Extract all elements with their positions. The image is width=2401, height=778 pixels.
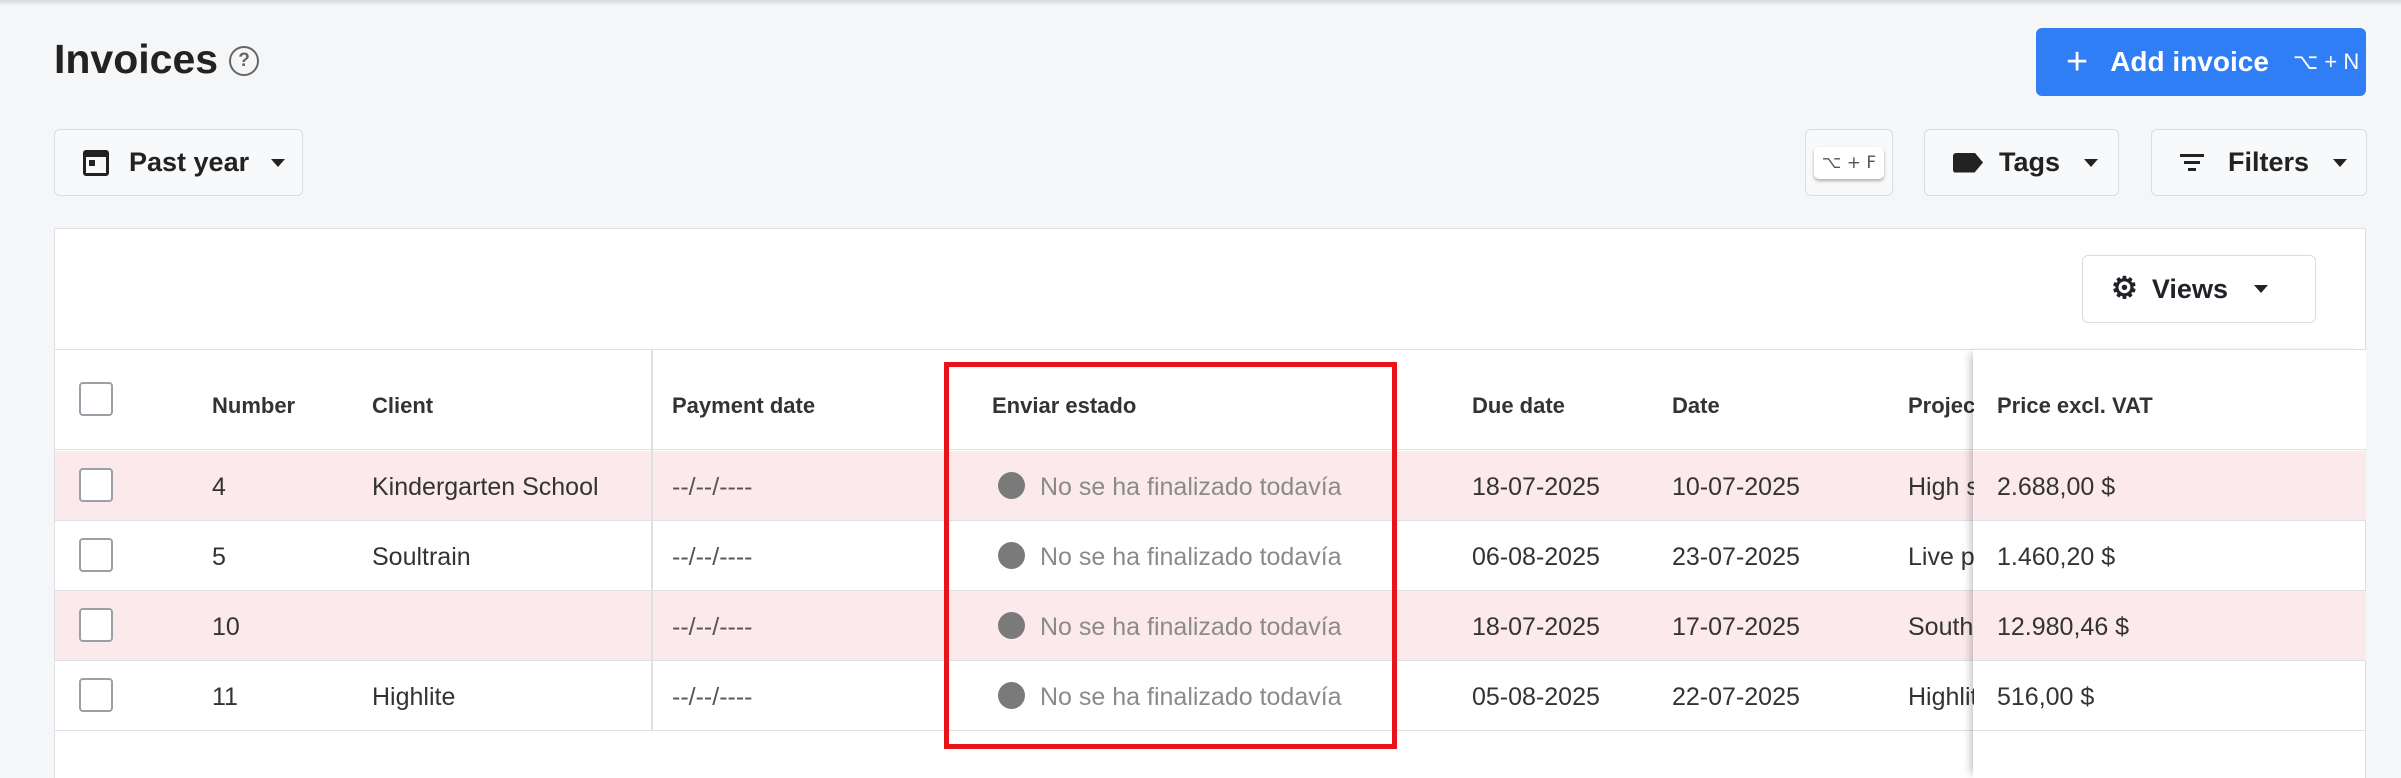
cell-project: High s	[1908, 473, 1974, 501]
row-checkbox[interactable]	[79, 538, 113, 572]
cell-payment-date: --/--/----	[672, 543, 753, 571]
column-divider	[651, 451, 653, 521]
row-checkbox[interactable]	[79, 608, 113, 642]
cell-number: 10	[212, 613, 240, 641]
add-invoice-label: Add invoice	[2110, 46, 2269, 77]
help-icon[interactable]: ?	[229, 46, 259, 76]
top-shadow	[0, 0, 2401, 6]
column-divider	[651, 350, 653, 451]
caret-down-icon	[2253, 285, 2268, 293]
annotation-highlight-box	[944, 362, 1397, 749]
row-checkbox[interactable]	[79, 678, 113, 712]
cell-project: Live pe	[1908, 543, 1974, 571]
select-all-checkbox[interactable]	[79, 382, 113, 416]
gear-icon: ⚙	[2111, 272, 2138, 305]
caret-down-icon	[271, 158, 286, 167]
cell-project: South	[1908, 613, 1974, 641]
cell-project: Highlit	[1908, 683, 1974, 711]
column-header-client[interactable]: Client	[372, 393, 433, 419]
period-dropdown[interactable]: Past year	[54, 129, 303, 196]
period-label: Past year	[129, 147, 250, 177]
views-dropdown[interactable]: ⚙ Views	[2082, 255, 2316, 323]
cell-due-date: 18-07-2025	[1472, 613, 1600, 641]
cell-price: 2.688,00 $	[1997, 473, 2116, 501]
page-title: Invoices	[54, 36, 219, 82]
cell-price: 1.460,20 $	[1997, 543, 2116, 571]
cell-date: 22-07-2025	[1672, 683, 1800, 711]
cell-due-date: 05-08-2025	[1472, 683, 1600, 711]
plus-icon: +	[2066, 41, 2089, 83]
cell-number: 4	[212, 473, 226, 501]
cell-price: 12.980,46 $	[1997, 613, 2130, 641]
filters-dropdown[interactable]: Filters	[2151, 129, 2367, 196]
caret-down-icon	[2084, 158, 2099, 167]
add-invoice-shortcut: ⌥ + N	[2292, 49, 2360, 74]
add-invoice-button[interactable]: + Add invoice ⌥ + N	[2036, 28, 2366, 96]
cell-payment-date: --/--/----	[672, 683, 753, 711]
tag-icon	[1953, 152, 1983, 173]
cell-number: 5	[212, 543, 226, 571]
cell-client: Soultrain	[372, 543, 471, 571]
cell-date: 17-07-2025	[1672, 613, 1800, 641]
column-header-date[interactable]: Date	[1672, 393, 1720, 419]
cell-due-date: 18-07-2025	[1472, 473, 1600, 501]
filter-shortcut-hint: ⌥ + F	[1805, 129, 1893, 196]
cell-client: Highlite	[372, 683, 456, 711]
filter-icon	[2180, 150, 2204, 175]
cell-payment-date: --/--/----	[672, 613, 753, 641]
cell-price: 516,00 $	[1997, 683, 2095, 711]
cell-payment-date: --/--/----	[672, 473, 753, 501]
cell-number: 11	[212, 683, 238, 711]
column-header-number[interactable]: Number	[212, 393, 295, 419]
column-divider	[651, 521, 653, 591]
cell-date: 23-07-2025	[1672, 543, 1800, 571]
column-divider	[651, 591, 653, 661]
column-header-due-date[interactable]: Due date	[1472, 393, 1565, 419]
column-divider	[651, 661, 653, 731]
tags-dropdown[interactable]: Tags	[1924, 129, 2119, 196]
column-header-payment-date[interactable]: Payment date	[672, 393, 815, 419]
row-checkbox[interactable]	[79, 468, 113, 502]
filters-label: Filters	[2228, 147, 2310, 177]
cell-client: Kindergarten School	[372, 473, 599, 501]
tags-label: Tags	[1999, 147, 2061, 177]
column-header-project[interactable]: Project	[1908, 393, 1974, 419]
column-header-price[interactable]: Price excl. VAT	[1997, 393, 2153, 419]
filter-shortcut-chip: ⌥ + F	[1813, 146, 1885, 179]
cell-due-date: 06-08-2025	[1472, 543, 1600, 571]
cell-date: 10-07-2025	[1672, 473, 1800, 501]
caret-down-icon	[2333, 158, 2348, 167]
calendar-icon	[83, 149, 109, 176]
views-label: Views	[2151, 273, 2228, 304]
